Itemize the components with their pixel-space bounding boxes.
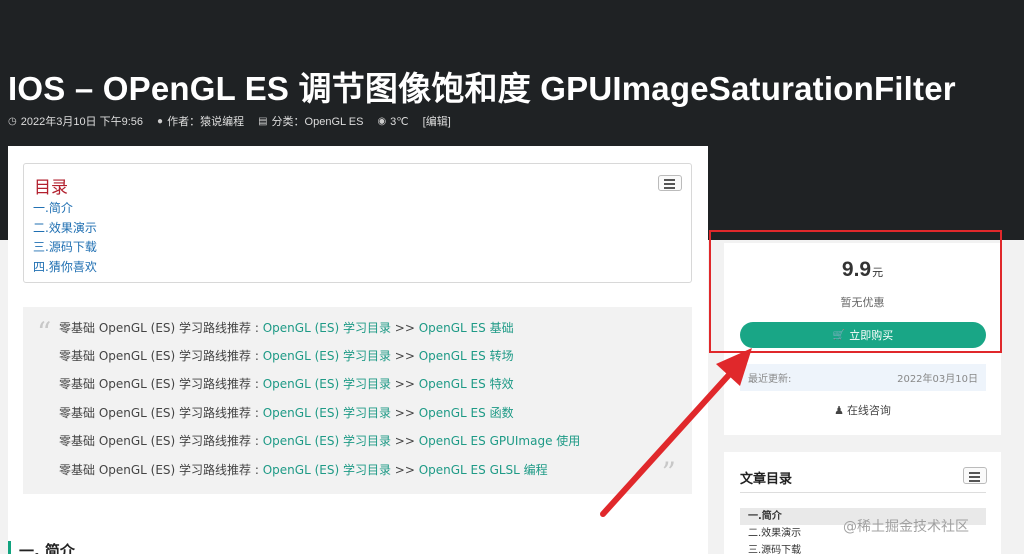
topic-link[interactable]: OpenGL ES 特效 [419, 377, 514, 391]
annotation-highlight-box [709, 230, 1002, 353]
quote-prefix: 零基础 OpenGL (ES) 学习路线推荐 : [59, 463, 263, 477]
topic-link[interactable]: OpenGL ES 基础 [419, 321, 514, 335]
toc-title: 目录 [34, 178, 68, 198]
quote-prefix: 零基础 OpenGL (ES) 学习路线推荐 : [59, 377, 263, 391]
quote-separator: >> [390, 434, 419, 448]
edit-link[interactable]: [编辑] [423, 113, 451, 129]
article-content: 目录 一.简介 二.效果演示 三.源码下载 四.猜你喜欢 “ 零基础 OpenG… [8, 146, 708, 554]
toc-item[interactable]: 一.简介 [33, 199, 97, 219]
close-quote-icon: ” [661, 456, 676, 489]
section-accent-bar [8, 541, 11, 554]
quote-row: 零基础 OpenGL (ES) 学习路线推荐 : OpenGL (ES) 学习目… [59, 404, 514, 421]
catalog-link[interactable]: OpenGL (ES) 学习目录 [263, 377, 391, 391]
sidebar-toc: 文章目录 一.简介 二.效果演示 三.源码下载 [724, 452, 1001, 554]
toc-item[interactable]: 二.效果演示 [33, 219, 97, 239]
toc-item[interactable]: 三.源码下载 [33, 238, 97, 258]
quote-prefix: 零基础 OpenGL (ES) 学习路线推荐 : [59, 349, 263, 363]
quote-separator: >> [390, 463, 419, 477]
catalog-link[interactable]: OpenGL (ES) 学习目录 [263, 406, 391, 420]
meta-date: ◷ 2022年3月10日 下午9:56 [8, 113, 143, 129]
catalog-link[interactable]: OpenGL (ES) 学习目录 [263, 463, 391, 477]
table-of-contents: 目录 一.简介 二.效果演示 三.源码下载 四.猜你喜欢 [23, 163, 692, 283]
toc-list: 一.简介 二.效果演示 三.源码下载 四.猜你喜欢 [33, 199, 97, 277]
views-text: 3℃ [390, 115, 409, 128]
author-text[interactable]: 作者：猿说编程 [167, 113, 244, 129]
quote-prefix: 零基础 OpenGL (ES) 学习路线推荐 : [59, 434, 263, 448]
quote-row: 零基础 OpenGL (ES) 学习路线推荐 : OpenGL (ES) 学习目… [59, 432, 580, 449]
meta-author[interactable]: ● 作者：猿说编程 [157, 113, 244, 129]
topic-link[interactable]: OpenGL ES 函数 [419, 406, 514, 420]
last-updated: 最近更新: 2022年03月10日 [740, 364, 986, 391]
category-text[interactable]: 分类：OpenGL ES [272, 113, 364, 129]
article-title: IOS – OPenGL ES 调节图像饱和度 GPUImageSaturati… [8, 70, 956, 107]
qq-icon: ♟ [834, 404, 844, 417]
toc-item[interactable]: 四.猜你喜欢 [33, 258, 97, 278]
quote-row: 零基础 OpenGL (ES) 学习路线推荐 : OpenGL (ES) 学习目… [59, 319, 514, 336]
quote-separator: >> [390, 349, 419, 363]
divider [740, 492, 986, 493]
watermark: @稀土掘金技术社区 [843, 519, 969, 535]
topic-link[interactable]: OpenGL ES 转场 [419, 349, 514, 363]
quote-prefix: 零基础 OpenGL (ES) 学习路线推荐 : [59, 321, 263, 335]
catalog-link[interactable]: OpenGL (ES) 学习目录 [263, 434, 391, 448]
quote-row: 零基础 OpenGL (ES) 学习路线推荐 : OpenGL (ES) 学习目… [59, 347, 514, 364]
date-text: 2022年3月10日 下午9:56 [20, 116, 144, 128]
quote-prefix: 零基础 OpenGL (ES) 学习路线推荐 : [59, 406, 263, 420]
section-heading: 一. 简介 [8, 540, 75, 554]
clock-icon: ◷ [8, 115, 17, 127]
update-date: 2022年03月10日 [897, 374, 978, 385]
article-meta: ◷ 2022年3月10日 下午9:56 ● 作者：猿说编程 ▤ 分类：OpenG… [8, 113, 465, 129]
catalog-link[interactable]: OpenGL (ES) 学习目录 [263, 321, 391, 335]
online-consult-link[interactable]: ♟ 在线咨询 [724, 402, 1001, 418]
sidebar-toc-title: 文章目录 [740, 472, 793, 487]
eye-icon: ◉ [377, 115, 387, 127]
quote-separator: >> [390, 321, 419, 335]
sidebar-toc-item[interactable]: 三.源码下载 [740, 542, 986, 554]
topic-link[interactable]: OpenGL ES GLSL 编程 [419, 463, 548, 477]
meta-category[interactable]: ▤ 分类：OpenGL ES [258, 113, 363, 129]
user-icon: ● [157, 115, 164, 127]
topic-link[interactable]: OpenGL ES GPUImage 使用 [419, 434, 581, 448]
folder-icon: ▤ [258, 115, 268, 127]
sidebar-toc-toggle-button[interactable] [963, 467, 987, 484]
quote-separator: >> [390, 406, 419, 420]
quote-row: 零基础 OpenGL (ES) 学习路线推荐 : OpenGL (ES) 学习目… [59, 375, 514, 392]
section-heading-text: 一. 简介 [19, 541, 75, 554]
quote-separator: >> [390, 377, 419, 391]
update-label: 最近更新: [748, 374, 792, 385]
open-quote-icon: “ [37, 316, 52, 349]
learning-path-quote: “ 零基础 OpenGL (ES) 学习路线推荐 : OpenGL (ES) 学… [23, 307, 692, 494]
quote-row: 零基础 OpenGL (ES) 学习路线推荐 : OpenGL (ES) 学习目… [59, 461, 548, 478]
toc-toggle-button[interactable] [658, 175, 682, 191]
consult-label: 在线咨询 [846, 404, 891, 417]
meta-views: ◉ 3℃ [377, 115, 408, 128]
catalog-link[interactable]: OpenGL (ES) 学习目录 [263, 349, 391, 363]
